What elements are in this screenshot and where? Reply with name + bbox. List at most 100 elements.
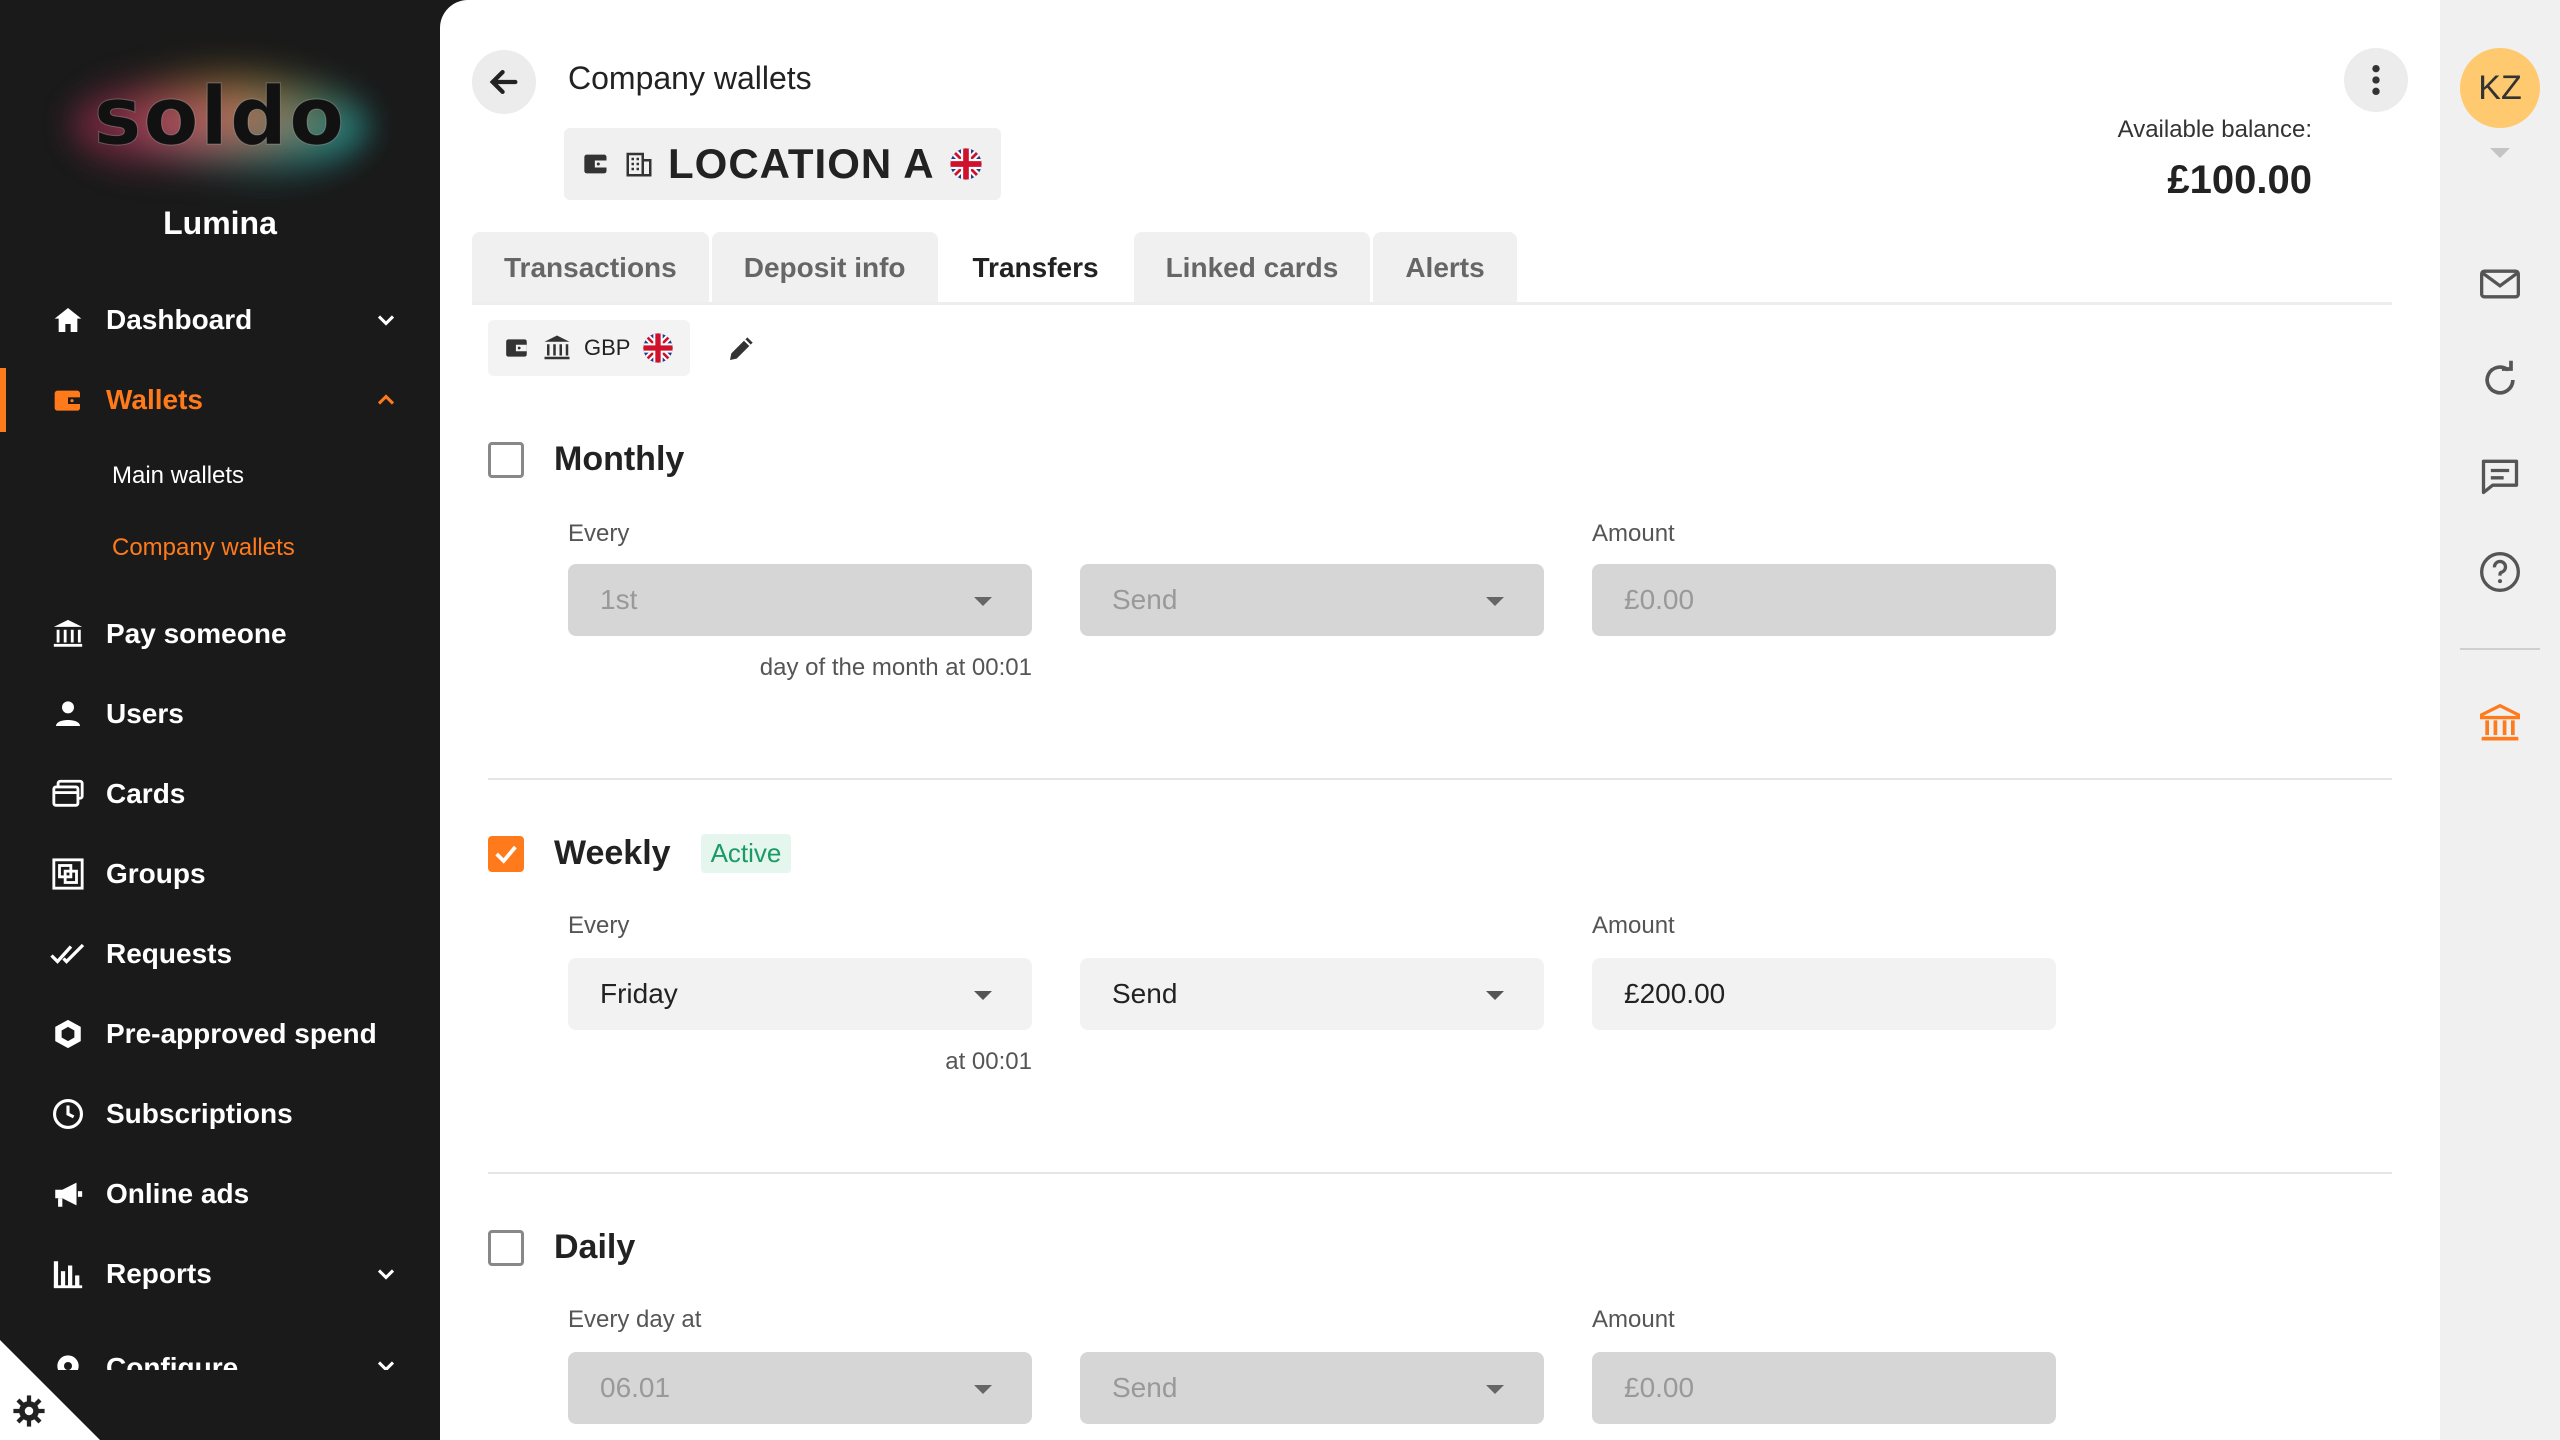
clock-icon (50, 1096, 86, 1132)
monthly-day-select[interactable]: 1st (568, 564, 1032, 636)
avatar[interactable]: KZ (2460, 48, 2540, 128)
sidebar-item-subscriptions[interactable]: Subscriptions (0, 1074, 440, 1154)
sidebar-item-label: Subscriptions (106, 1098, 293, 1129)
monthly-checkbox[interactable] (488, 441, 524, 478)
sidebar-item-label: Requests (106, 938, 233, 969)
chevron-down-icon[interactable] (372, 306, 400, 334)
right-rail: KZ (2440, 0, 2560, 1440)
uk-flag-icon (950, 148, 982, 180)
bank-icon[interactable] (2476, 700, 2524, 748)
monthly-action-select[interactable]: Send (1080, 564, 1544, 636)
select-value: 06.01 (600, 1372, 671, 1403)
weekly-schedule-hint: at 00:01 (945, 1048, 1032, 1075)
weekly-transfer-section: Weekly Active Every Amount Friday Send £… (488, 834, 2392, 1174)
chevron-up-icon[interactable] (372, 386, 400, 414)
megaphone-icon (50, 1176, 86, 1212)
monthly-amount-label: Amount (1592, 520, 1675, 547)
uk-flag-icon (643, 333, 674, 363)
amount-value: £200.00 (1624, 978, 1726, 1009)
sidebar-item-label: Wallets (106, 384, 203, 415)
sidebar-item-reports[interactable]: Reports (0, 1234, 440, 1314)
breadcrumb[interactable]: Company wallets (568, 60, 812, 97)
available-balance-value: £100.00 (2167, 158, 2312, 202)
caret-down-icon (974, 991, 992, 1000)
weekly-action-select[interactable]: Send (1080, 958, 1544, 1030)
bank-icon (544, 335, 570, 360)
more-options-button[interactable] (2344, 48, 2408, 112)
monthly-amount-input[interactable]: £0.00 (1592, 564, 2056, 636)
weekly-title: Weekly (554, 834, 671, 872)
chat-icon[interactable] (2476, 452, 2524, 500)
section-divider (488, 1172, 2392, 1174)
sidebar-subitem-main-wallets[interactable]: Main wallets (0, 440, 440, 512)
select-value: Send (1112, 978, 1178, 1009)
wallet-icon (506, 339, 527, 357)
sidebar-item-users[interactable]: Users (0, 674, 440, 754)
sidebar-item-wallets[interactable]: Wallets (0, 360, 440, 440)
daily-action-select[interactable]: Send (1080, 1352, 1544, 1424)
sidebar-item-label: Dashboard (106, 304, 253, 335)
sidebar-item-online-ads[interactable]: Online ads (0, 1154, 440, 1234)
tab-linked-cards[interactable]: Linked cards (1133, 232, 1371, 304)
pencil-icon[interactable] (726, 332, 758, 364)
wallet-icon (584, 154, 607, 174)
status-badge: Active (700, 834, 792, 873)
sidebar-item-pre-approved-spend[interactable]: Pre-approved spend (0, 994, 440, 1074)
section-divider (488, 778, 2392, 780)
help-icon[interactable] (2476, 548, 2524, 596)
caret-down-icon (1486, 1385, 1504, 1394)
bar-chart-icon (50, 1256, 86, 1292)
sidebar-subitem-company-wallets[interactable]: Company wallets (0, 512, 440, 584)
weekly-amount-label: Amount (1592, 912, 1675, 939)
sidebar-item-cards[interactable]: Cards (0, 754, 440, 834)
gear-icon[interactable] (12, 1394, 46, 1428)
daily-amount-label: Amount (1592, 1306, 1675, 1333)
select-value: Send (1112, 584, 1178, 615)
hexagon-icon (50, 1016, 86, 1052)
daily-transfer-section: Daily Every day at Amount 06.01 Send £0.… (488, 1228, 2392, 1440)
monthly-every-label: Every (568, 520, 630, 547)
refresh-icon[interactable] (2476, 356, 2524, 404)
daily-checkbox[interactable] (488, 1229, 524, 1266)
caret-down-icon[interactable] (2490, 148, 2510, 158)
mail-icon[interactable] (2476, 260, 2524, 308)
weekly-day-select[interactable]: Friday (568, 958, 1032, 1030)
daily-time-select[interactable]: 06.01 (568, 1352, 1032, 1424)
building-icon (626, 152, 652, 177)
caret-down-icon (1486, 597, 1504, 606)
cards-icon (50, 776, 86, 812)
tab-transactions[interactable]: Transactions (472, 232, 709, 304)
settings-corner[interactable] (0, 1340, 100, 1440)
check-icon (495, 845, 517, 864)
back-button[interactable] (472, 50, 536, 114)
soldo-logo[interactable]: soldo (0, 50, 440, 200)
select-value: Friday (600, 978, 678, 1009)
sidebar-item-dashboard[interactable]: Dashboard (0, 280, 440, 360)
sidebar-item-label: Groups (106, 858, 206, 889)
sidebar-item-groups[interactable]: Groups (0, 834, 440, 914)
sidebar-item-requests[interactable]: Requests (0, 914, 440, 994)
sidebar-item-label: Online ads (106, 1178, 250, 1209)
weekly-amount-input[interactable]: £200.00 (1592, 958, 2056, 1030)
daily-title: Daily (554, 1228, 636, 1266)
sidebar-item-pay-someone[interactable]: Pay someone (0, 594, 440, 674)
select-value: 1st (600, 584, 638, 615)
organization-name: Lumina (163, 205, 277, 241)
amount-value: £0.00 (1624, 584, 1695, 615)
weekly-every-label: Every (568, 912, 630, 939)
daily-amount-input[interactable]: £0.00 (1592, 1352, 2056, 1424)
kebab-menu-icon (2372, 64, 2380, 96)
sidebar-item-label: Pre-approved spend (106, 1018, 377, 1049)
chevron-down-icon[interactable] (372, 1352, 400, 1370)
tab-alerts[interactable]: Alerts (1373, 232, 1517, 304)
sidebar-item-label: Cards (106, 778, 186, 809)
tab-deposit-info[interactable]: Deposit info (711, 232, 938, 304)
wallet-currency-chip: GBP (488, 320, 691, 376)
chevron-down-icon[interactable] (372, 1260, 400, 1288)
tab-transfers[interactable]: Transfers (940, 232, 1131, 304)
wallet-tabs: Transactions Deposit info Transfers Link… (472, 232, 1517, 304)
arrow-left-icon (489, 69, 518, 95)
monthly-title: Monthly (554, 440, 685, 478)
weekly-checkbox[interactable] (488, 835, 524, 872)
home-icon (50, 302, 86, 338)
